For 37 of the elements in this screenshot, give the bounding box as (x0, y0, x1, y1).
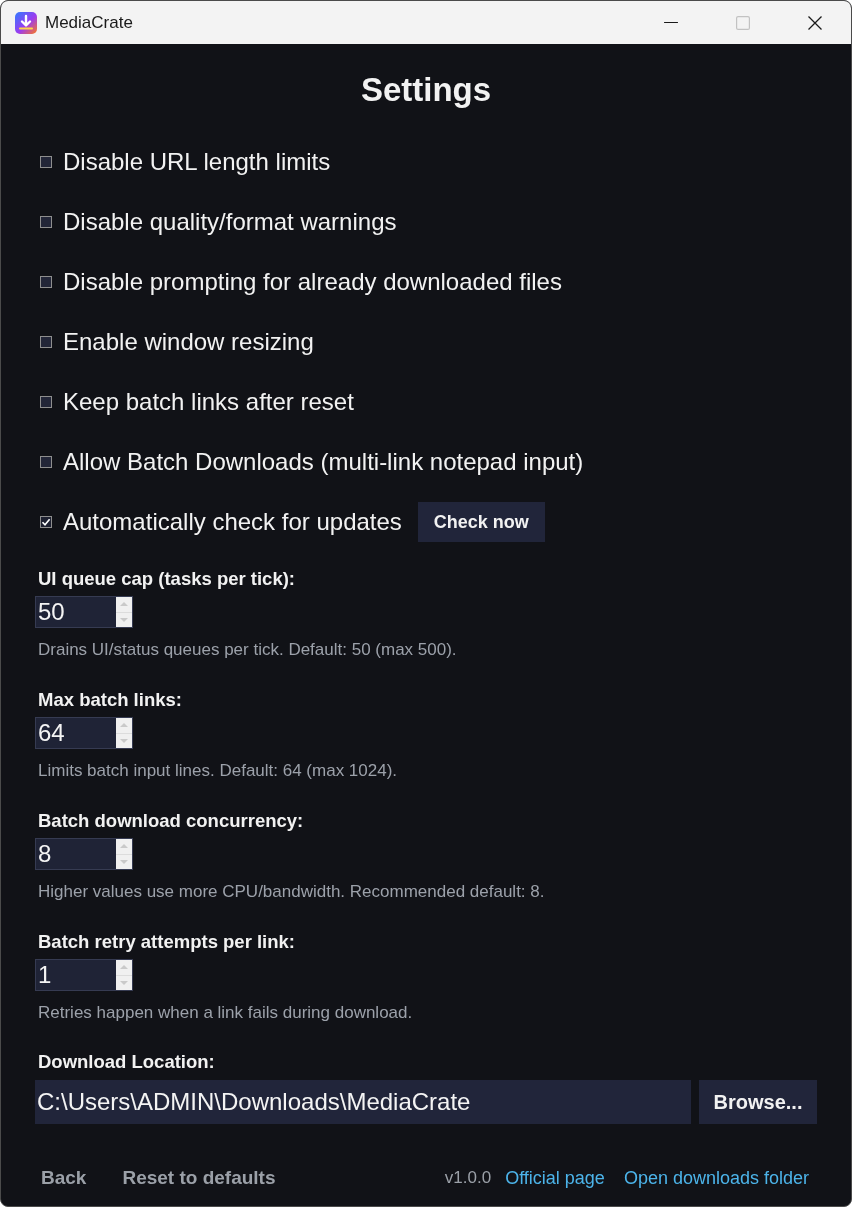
browse-button[interactable]: Browse... (699, 1080, 817, 1124)
checkbox-label: Automatically check for updates (63, 507, 402, 537)
checkbox[interactable] (40, 156, 52, 168)
reset-button[interactable]: Reset to defaults (116, 1167, 282, 1189)
checkbox-label: Keep batch links after reset (63, 387, 354, 417)
field-label: Batch retry attempts per link: (38, 931, 295, 953)
field-label: Max batch links: (38, 689, 182, 711)
window-title: MediaCrate (45, 11, 133, 34)
help-text: Retries happen when a link fails during download. (38, 1003, 413, 1023)
version-label: v1.0.0 (444, 1167, 492, 1189)
check-now-button[interactable]: Check now (417, 502, 545, 542)
field-label: Download Location: (38, 1051, 215, 1073)
checkbox[interactable] (40, 516, 52, 528)
checkbox[interactable] (40, 456, 52, 468)
help-text: Drains UI/status queues per tick. Default: 50 (max 500). (38, 640, 457, 660)
footer-link[interactable]: Open downloads folder (623, 1167, 809, 1189)
checkbox[interactable] (40, 336, 52, 348)
field-label: UI queue cap (tasks per tick): (38, 568, 296, 590)
close-icon (808, 15, 822, 30)
checkbox-label: Allow Batch Downloads (multi-link notepad input) (63, 447, 584, 477)
maximize-icon (736, 15, 750, 30)
checkbox-label: Disable URL length limits (63, 147, 331, 177)
back-button[interactable]: Back (35, 1167, 93, 1189)
checkbox-label: Disable prompting for already downloaded files (63, 267, 562, 297)
checkmark-icon (41, 517, 51, 527)
checkbox-label: Enable window resizing (63, 327, 314, 357)
path-field[interactable]: C:\Users\ADMIN\Downloads\MediaCrate (35, 1080, 691, 1124)
field-label: Batch download concurrency: (38, 810, 304, 832)
help-text: Limits batch input lines. Default: 64 (max 1024). (38, 761, 398, 781)
minimize-icon (664, 21, 678, 24)
page-title: Settings (360, 70, 492, 110)
checkbox[interactable] (40, 276, 52, 288)
help-text: Higher values use more CPU/bandwidth. Recommended default: 8. (38, 882, 545, 902)
checkbox[interactable] (40, 216, 52, 228)
footer-link[interactable]: Official page (505, 1167, 605, 1189)
checkbox[interactable] (40, 396, 52, 408)
checkbox-label: Disable quality/format warnings (63, 207, 397, 237)
